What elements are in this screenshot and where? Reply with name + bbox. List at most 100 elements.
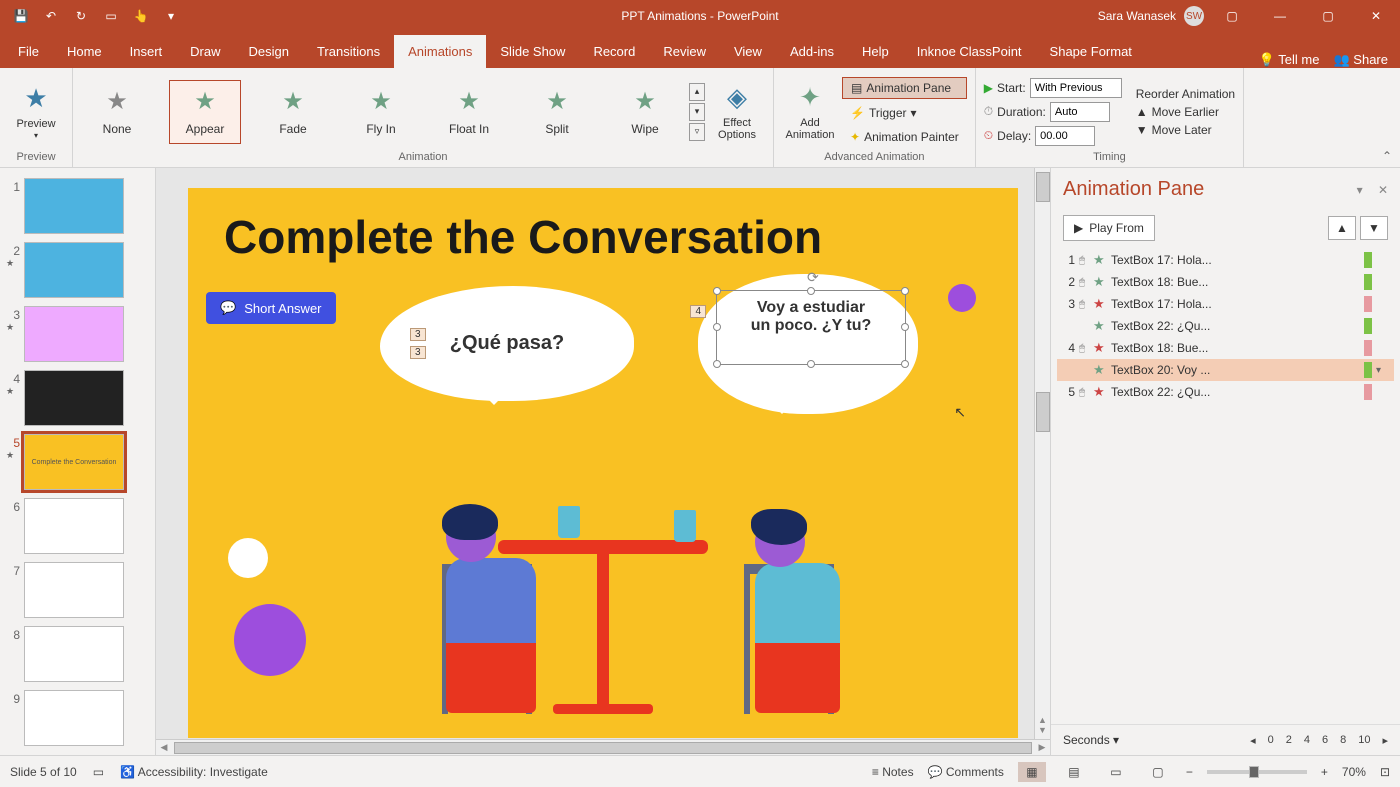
thumb-1[interactable]	[24, 178, 124, 234]
anim-list-row[interactable]: ★TextBox 22: ¿Qu...	[1057, 315, 1394, 337]
zoom-out-icon[interactable]: −	[1186, 765, 1193, 779]
move-earlier-button[interactable]: ▲ Move Earlier	[1136, 105, 1235, 119]
presenter-icon[interactable]: ▭	[98, 3, 124, 29]
gallery-expand-icon[interactable]: ▿	[689, 123, 705, 141]
tab-slideshow[interactable]: Slide Show	[486, 35, 579, 68]
tab-draw[interactable]: Draw	[176, 35, 234, 68]
preview-button[interactable]: ★ Preview ▾	[8, 74, 64, 150]
animation-painter-button[interactable]: ✦Animation Painter	[842, 127, 967, 147]
anim-list-row[interactable]: 4🖱★TextBox 18: Bue...	[1057, 337, 1394, 359]
anim-list-row[interactable]: 2🖱★TextBox 18: Bue...	[1057, 271, 1394, 293]
scroll-left-icon[interactable]: ◀	[156, 742, 172, 753]
ribbon-display-icon[interactable]: ▢	[1212, 0, 1252, 32]
thumb-6[interactable]	[24, 498, 124, 554]
pane-move-up-icon[interactable]: ▲	[1328, 216, 1356, 240]
zoom-slider[interactable]	[1207, 770, 1307, 774]
comments-button[interactable]: 💬 Comments	[928, 765, 1004, 779]
gallery-up-icon[interactable]: ▴	[689, 83, 705, 101]
add-animation-button[interactable]: ✦ Add Animation	[782, 74, 838, 150]
thumb-4[interactable]	[24, 370, 124, 426]
thumb-9[interactable]	[24, 690, 124, 746]
minimize-icon[interactable]: —	[1260, 0, 1300, 32]
anim-list-row[interactable]: 3🖱★TextBox 17: Hola...	[1057, 293, 1394, 315]
tab-help[interactable]: Help	[848, 35, 903, 68]
tab-inknoe[interactable]: Inknoe ClassPoint	[903, 35, 1036, 68]
tab-design[interactable]: Design	[235, 35, 303, 68]
slide-title[interactable]: Complete the Conversation	[224, 210, 822, 264]
delay-field[interactable]	[1035, 126, 1095, 146]
thumbnail-panel[interactable]: 1 2★ 3★ 4★ 5★Complete the Conversation 6…	[0, 168, 156, 755]
start-dropdown[interactable]	[1030, 78, 1122, 98]
normal-view-icon[interactable]: ▦	[1018, 762, 1046, 782]
zoom-in-icon[interactable]: +	[1321, 765, 1328, 779]
duration-field[interactable]	[1050, 102, 1110, 122]
tab-review[interactable]: Review	[649, 35, 720, 68]
pane-move-down-icon[interactable]: ▼	[1360, 216, 1388, 240]
slide-editor[interactable]: Complete the Conversation 💬Short Answer …	[156, 168, 1050, 755]
slide-counter[interactable]: Slide 5 of 10	[10, 765, 77, 779]
thumb-2[interactable]	[24, 242, 124, 298]
share-button[interactable]: 👥 Share	[1333, 52, 1388, 68]
user-name[interactable]: Sara Wanasek	[1098, 9, 1176, 23]
selected-textbox[interactable]: Voy a estudiarun poco. ¿Y tu? ⟳	[716, 290, 906, 365]
avatar[interactable]: SW	[1184, 6, 1204, 26]
anim-tag-3a[interactable]: 3	[410, 328, 426, 341]
speech-bubble-left[interactable]: ¿Qué pasa?	[380, 286, 634, 401]
reading-view-icon[interactable]: ▭	[1102, 762, 1130, 782]
undo-icon[interactable]: ↶	[38, 3, 64, 29]
anim-flyin[interactable]: ★Fly In	[345, 80, 417, 144]
anim-list-row[interactable]: 1🖱★TextBox 17: Hola...	[1057, 249, 1394, 271]
gallery-down-icon[interactable]: ▾	[689, 103, 705, 121]
thumb-3[interactable]	[24, 306, 124, 362]
thumb-7[interactable]	[24, 562, 124, 618]
tab-shapeformat[interactable]: Shape Format	[1036, 35, 1146, 68]
anim-wipe[interactable]: ★Wipe	[609, 80, 681, 144]
zoom-level[interactable]: 70%	[1342, 765, 1366, 779]
animation-pane-toggle[interactable]: ▤Animation Pane	[842, 77, 967, 99]
animation-gallery[interactable]: ★None ★Appear ★Fade ★Fly In ★Float In ★S…	[81, 80, 681, 144]
language-icon[interactable]: ▭	[93, 765, 104, 779]
anim-tag-4[interactable]: 4	[690, 305, 706, 318]
anim-list-row[interactable]: ★TextBox 20: Voy ...▾	[1057, 359, 1394, 381]
anim-list-row[interactable]: 5🖱★TextBox 22: ¿Qu...	[1057, 381, 1394, 403]
editor-scrollbar-h[interactable]	[174, 742, 1032, 754]
save-icon[interactable]: 💾	[8, 3, 34, 29]
tab-record[interactable]: Record	[579, 35, 649, 68]
anim-fade[interactable]: ★Fade	[257, 80, 329, 144]
tab-addins[interactable]: Add-ins	[776, 35, 848, 68]
play-from-button[interactable]: ▶ Play From	[1063, 215, 1155, 241]
anim-split[interactable]: ★Split	[521, 80, 593, 144]
editor-scrollbar-v[interactable]: ▲▼	[1034, 168, 1050, 739]
redo-icon[interactable]: ↻	[68, 3, 94, 29]
timeline-ticks[interactable]: ◂0246810▸	[1250, 734, 1388, 747]
sorter-view-icon[interactable]: ▤	[1060, 762, 1088, 782]
collapse-ribbon-icon[interactable]: ⌃	[1382, 149, 1392, 163]
tab-insert[interactable]: Insert	[116, 35, 177, 68]
pane-options-icon[interactable]: ▾	[1357, 183, 1363, 197]
tab-home[interactable]: Home	[53, 35, 116, 68]
anim-appear[interactable]: ★Appear	[169, 80, 241, 144]
anim-floatin[interactable]: ★Float In	[433, 80, 505, 144]
slideshow-view-icon[interactable]: ▢	[1144, 762, 1172, 782]
short-answer-badge[interactable]: 💬Short Answer	[206, 292, 336, 324]
animation-list[interactable]: 1🖱★TextBox 17: Hola...2🖱★TextBox 18: Bue…	[1051, 249, 1400, 724]
thumb-5[interactable]: Complete the Conversation	[24, 434, 124, 490]
touchmode-icon[interactable]: 👆	[128, 3, 154, 29]
slide-canvas[interactable]: Complete the Conversation 💬Short Answer …	[188, 188, 1018, 738]
tab-view[interactable]: View	[720, 35, 776, 68]
trigger-button[interactable]: ⚡Trigger ▾	[842, 103, 967, 123]
close-icon[interactable]: ✕	[1356, 0, 1396, 32]
fit-window-icon[interactable]: ⊡	[1380, 765, 1390, 779]
gallery-more[interactable]: ▴ ▾ ▿	[689, 83, 705, 141]
scroll-right-icon[interactable]: ▶	[1034, 742, 1050, 753]
anim-tag-3b[interactable]: 3	[410, 346, 426, 359]
anim-none[interactable]: ★None	[81, 80, 153, 144]
effect-options-button[interactable]: ◈ Effect Options	[709, 74, 765, 150]
tab-transitions[interactable]: Transitions	[303, 35, 394, 68]
notes-button[interactable]: ≡ Notes	[872, 765, 914, 779]
tab-animations[interactable]: Animations	[394, 35, 486, 68]
tell-me[interactable]: 💡 Tell me	[1259, 52, 1320, 68]
qat-more-icon[interactable]: ▾	[158, 3, 184, 29]
tab-file[interactable]: File	[4, 35, 53, 68]
maximize-icon[interactable]: ▢	[1308, 0, 1348, 32]
